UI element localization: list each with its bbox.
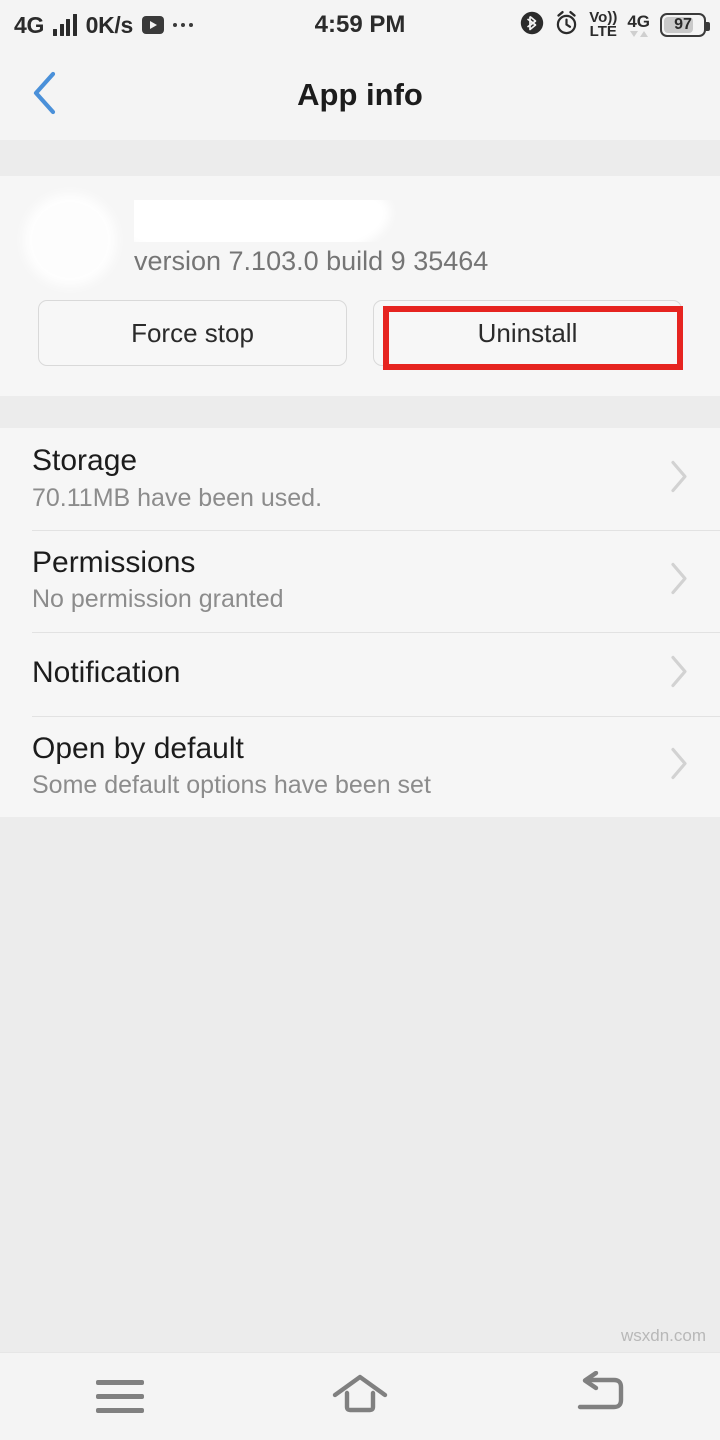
menu-recents-icon: [96, 1380, 144, 1413]
section-spacer-middle: [0, 396, 720, 428]
list-item-title: Open by default: [32, 731, 244, 765]
app-icon-redacted: [32, 202, 108, 278]
title-bar: App info: [0, 50, 720, 140]
page-title: App info: [297, 77, 423, 112]
signal-bars-icon: [53, 14, 77, 36]
app-info-screen: 4G 0K/s 4:59 PM Vo)) LTE 4G 97 App info …: [0, 0, 720, 1440]
list-item-text: Permissions No permission granted: [32, 544, 656, 616]
data-transfer-arrows-icon: [629, 31, 648, 37]
chevron-right-icon: [666, 456, 692, 501]
list-item-text: Storage 70.11MB have been used.: [32, 442, 656, 514]
play-badge-icon: [141, 16, 164, 34]
bluetooth-icon: [520, 10, 544, 41]
list-item-subtitle: 70.11MB have been used.: [32, 483, 323, 512]
data-speed-label: 0K/s: [85, 11, 134, 38]
chevron-right-icon: [666, 558, 692, 603]
list-item-subtitle: Some default options have been set: [32, 771, 431, 799]
app-header: version 7.103.0 build 9 35464: [0, 176, 720, 294]
settings-list: Storage 70.11MB have been used. Permissi…: [0, 428, 720, 818]
chevron-right-icon: [666, 744, 692, 789]
recents-button[interactable]: [60, 1353, 180, 1440]
app-name-redaction: [134, 200, 380, 242]
list-item-permissions[interactable]: Permissions No permission granted: [0, 529, 720, 632]
back-chevron-icon: [28, 70, 62, 121]
list-item-notification[interactable]: Notification: [0, 631, 720, 716]
back-nav-button[interactable]: [540, 1353, 660, 1440]
uninstall-button[interactable]: Uninstall: [373, 300, 682, 366]
watermark: wsxdn.com: [620, 1326, 706, 1345]
status-bar-right: Vo)) LTE 4G 97: [520, 0, 710, 50]
list-item-title: Notification: [32, 655, 181, 689]
list-item-title: Storage: [32, 444, 138, 477]
network-type-label: 4G: [14, 11, 45, 38]
action-button-row: Force stop Uninstall: [0, 294, 720, 396]
force-stop-button[interactable]: Force stop: [38, 300, 347, 366]
battery-level-label: 97: [674, 16, 692, 33]
network-type-right-label: 4G: [627, 12, 650, 31]
home-button[interactable]: [300, 1353, 420, 1440]
list-item-text: Open by default Some default options hav…: [32, 730, 656, 802]
back-button[interactable]: [0, 50, 90, 140]
navigation-bar: [0, 1352, 720, 1440]
volte-indicator: Vo)) LTE: [589, 10, 617, 40]
more-dots-icon: [172, 22, 194, 28]
volte-bottom-label: LTE: [589, 23, 617, 40]
alarm-clock-icon: [554, 10, 579, 41]
list-item-open-by-default[interactable]: Open by default Some default options hav…: [0, 715, 720, 818]
app-version-label: version 7.103.0 build 9 35464: [134, 246, 489, 276]
list-item-storage[interactable]: Storage 70.11MB have been used.: [0, 428, 720, 530]
back-arrow-icon: [572, 1370, 628, 1422]
network-type-right: 4G: [627, 13, 650, 37]
home-icon: [329, 1371, 391, 1422]
list-item-text: Notification: [32, 654, 656, 692]
status-bar: 4G 0K/s 4:59 PM Vo)) LTE 4G 97: [0, 0, 720, 50]
app-meta: version 7.103.0 build 9 35464: [134, 198, 688, 277]
section-spacer-top: [0, 140, 720, 176]
chevron-right-icon: [666, 651, 692, 696]
list-item-subtitle: No permission granted: [32, 585, 284, 614]
app-name: [134, 200, 688, 242]
empty-content-area: wsxdn.com: [0, 817, 720, 1352]
list-item-title: Permissions: [32, 545, 196, 579]
battery-icon: 97: [660, 13, 710, 37]
status-bar-left: 4G 0K/s: [14, 11, 194, 38]
